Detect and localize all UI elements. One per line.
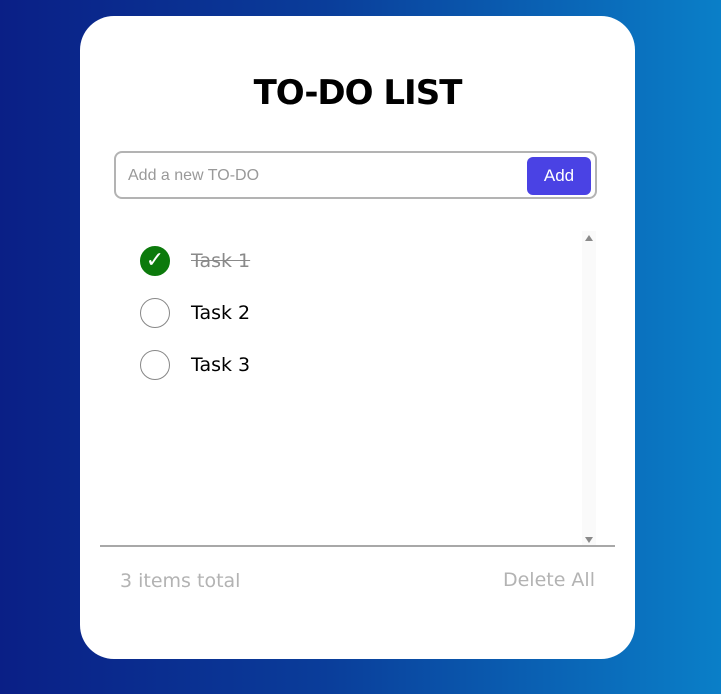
- task-list[interactable]: ✓ Task 1 Task 2 Task 3: [100, 228, 598, 544]
- add-button[interactable]: Add: [527, 157, 591, 195]
- scrollbar[interactable]: [582, 231, 596, 547]
- todo-card: TO-DO LIST Add ✓ Task 1 Task 2 Task 3 3 …: [80, 16, 635, 659]
- delete-all-button[interactable]: Delete All: [503, 569, 595, 591]
- task-label: Task 2: [191, 302, 251, 324]
- unchecked-circle-icon[interactable]: [140, 298, 170, 328]
- unchecked-circle-icon[interactable]: [140, 350, 170, 380]
- divider: [100, 545, 615, 547]
- task-item-1[interactable]: ✓ Task 1: [140, 244, 250, 278]
- task-label: Task 1: [191, 250, 251, 272]
- page-title: TO-DO LIST: [253, 73, 463, 113]
- new-todo-input[interactable]: [126, 158, 530, 194]
- task-label: Task 3: [191, 354, 251, 376]
- scroll-up-arrow-icon[interactable]: [585, 235, 593, 241]
- task-item-3[interactable]: Task 3: [140, 348, 250, 382]
- new-todo-form: Add: [114, 151, 597, 199]
- items-total-count: 3 items total: [120, 570, 241, 592]
- check-icon[interactable]: ✓: [140, 246, 170, 276]
- task-item-2[interactable]: Task 2: [140, 296, 250, 330]
- scroll-down-arrow-icon[interactable]: [585, 537, 593, 543]
